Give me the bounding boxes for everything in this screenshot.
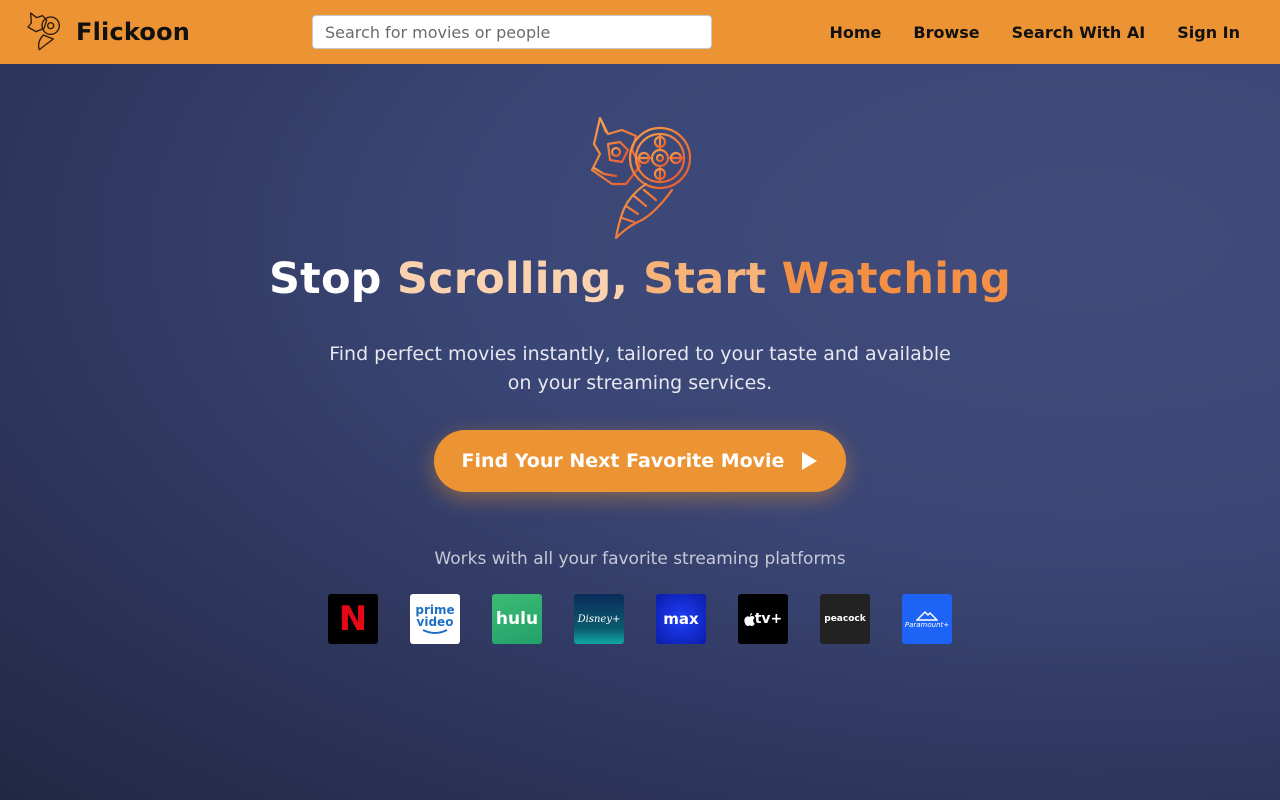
paramount-plus-logo-icon[interactable]: Paramount+ bbox=[902, 594, 952, 644]
search-input[interactable] bbox=[312, 15, 712, 49]
find-movie-button-label: Find Your Next Favorite Movie bbox=[461, 450, 785, 472]
peacock-logo-icon[interactable]: peacock bbox=[820, 594, 870, 644]
nav-search-ai-link[interactable]: Search With AI bbox=[1012, 23, 1146, 42]
headline-word-start: Start bbox=[643, 254, 767, 304]
prime-smile-icon bbox=[422, 628, 448, 634]
disney-plus-logo-icon[interactable]: Disney+ bbox=[574, 594, 624, 644]
hero-subtitle: Find perfect movies instantly, tailored … bbox=[329, 343, 951, 394]
hulu-logo-icon[interactable]: hulu bbox=[492, 594, 542, 644]
hero-headline: Stop Scrolling, Start Watching bbox=[0, 254, 1280, 304]
hulu-mark: hulu bbox=[495, 609, 539, 629]
paramount-plus-mark: Paramount+ bbox=[904, 621, 950, 629]
nav-links: Home Browse Search With AI Sign In bbox=[798, 0, 1241, 64]
max-logo-icon[interactable]: max bbox=[656, 594, 706, 644]
platform-logos: N prime video hulu Disney+ max tv+ peaco… bbox=[328, 594, 952, 644]
raccoon-logo-icon bbox=[27, 12, 60, 51]
paramount-mountain-icon bbox=[916, 610, 938, 621]
prime-video-mark-line1: prime bbox=[415, 602, 455, 617]
nav-sign-in-link[interactable]: Sign In bbox=[1177, 23, 1240, 42]
max-mark: max bbox=[663, 610, 699, 628]
raccoon-film-reel-logo-icon bbox=[590, 116, 692, 240]
netflix-logo-icon[interactable]: N bbox=[328, 594, 378, 644]
headline-word-stop: Stop bbox=[269, 254, 382, 304]
brand-home-link[interactable]: Flickoon bbox=[26, 10, 190, 54]
find-movie-button[interactable]: Find Your Next Favorite Movie bbox=[434, 430, 846, 492]
top-navbar: Flickoon Home Browse Search With AI Sign… bbox=[0, 0, 1280, 64]
play-icon bbox=[802, 452, 818, 470]
platforms-label: Works with all your favorite streaming p… bbox=[434, 549, 846, 569]
disney-plus-mark: Disney+ bbox=[577, 613, 621, 625]
prime-video-logo-icon[interactable]: prime video bbox=[410, 594, 460, 644]
peacock-mark: peacock bbox=[824, 614, 866, 624]
headline-word-watching: Watching bbox=[781, 254, 1011, 304]
nav-browse-link[interactable]: Browse bbox=[913, 23, 979, 42]
apple-tv-plus-mark: tv+ bbox=[754, 611, 783, 627]
netflix-mark: N bbox=[338, 599, 368, 639]
nav-home-link[interactable]: Home bbox=[830, 23, 882, 42]
brand-name: Flickoon bbox=[76, 18, 191, 46]
headline-word-scrolling: Scrolling, bbox=[396, 254, 628, 304]
prime-video-mark-line2: video bbox=[416, 614, 454, 629]
apple-tv-plus-logo-icon[interactable]: tv+ bbox=[738, 594, 788, 644]
apple-icon bbox=[744, 612, 755, 626]
